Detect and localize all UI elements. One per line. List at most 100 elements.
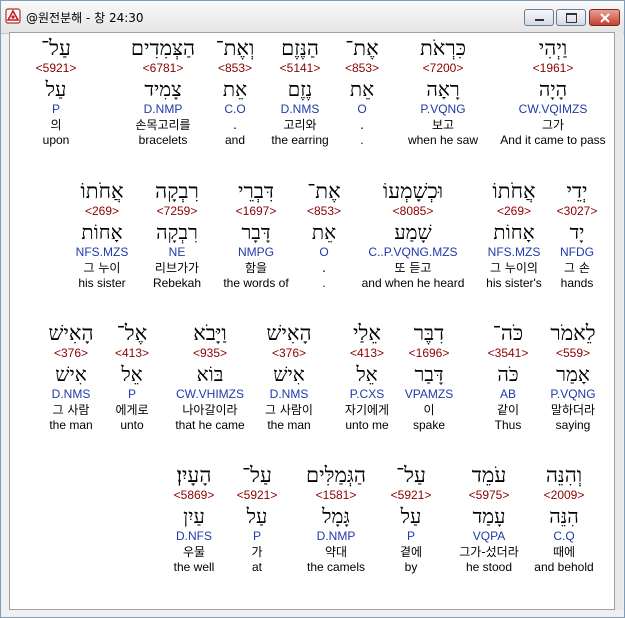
word-column[interactable]: עַל־ <5921> עַל P 가 at (230, 462, 285, 574)
word-strong[interactable]: <5869> (159, 488, 229, 502)
word-morph[interactable]: P (105, 387, 160, 401)
word-column[interactable]: לֵאמֹר <559> אָמַר P.VQNG 말하더라 saying (538, 320, 608, 432)
word-morph[interactable]: D.NMS (260, 102, 340, 116)
word-column[interactable]: דִּבְרֵי <1697> דָּבָר NMPG 함을 the words of (206, 178, 306, 290)
word-column[interactable]: אֶל־ <413> אֵל P 에게로 unto (105, 320, 160, 432)
word-morph[interactable]: P.VQNG (398, 102, 488, 116)
word-lemma: יָד (569, 220, 585, 244)
word-column[interactable]: הָאִישׁ <376> אִישׁ D.NMS 그 사람 the man (31, 320, 111, 432)
word-column[interactable]: הָעָיִן׃ <5869> עַיִן D.NFS 우물 the well (159, 462, 229, 574)
word-morph[interactable]: CW.VHIMZS (158, 387, 263, 401)
word-lemma: אֵת (349, 77, 375, 101)
word-heb: הַצְּמִדִים (130, 36, 196, 60)
word-column[interactable]: הַצְּמִדִים <6781> צָמִיד D.NMP 손목고리를 bracele… (116, 35, 211, 147)
word-strong[interactable]: <8085> (353, 204, 473, 218)
word-column[interactable]: יְדֵי <3027> יָד NFDG 그 손 hands (547, 178, 607, 290)
word-strong[interactable]: <269> (474, 204, 554, 218)
word-strong[interactable]: <559> (538, 346, 608, 360)
word-morph[interactable]: P (230, 529, 285, 543)
word-lemma: כֹּה (497, 362, 519, 386)
maximize-button[interactable] (556, 9, 586, 26)
word-column[interactable]: עַל־ <5921> עַל P 의 upon (21, 35, 91, 147)
word-strong[interactable]: <5921> (230, 488, 285, 502)
word-strong[interactable]: <7259> (140, 204, 215, 218)
word-lemma: עַל (400, 504, 422, 528)
word-morph[interactable]: NFS.MZS (474, 245, 554, 259)
close-button[interactable] (589, 9, 620, 26)
word-kor: 함을 (244, 261, 268, 275)
word-morph[interactable]: P.VQNG (538, 387, 608, 401)
word-column[interactable]: אֲחֹתוֹ <269> אָחוֹת NFS.MZS 그 누이의 his sister… (474, 178, 554, 290)
word-column[interactable]: עֹמֵד <5975> עָמַד VQPA 그가-섰더라 he stood (449, 462, 529, 574)
word-strong[interactable]: <6781> (116, 61, 211, 75)
word-morph[interactable]: NFS.MZS (65, 245, 140, 259)
word-column[interactable]: אֲחֹתוֹ <269> אָחוֹת NFS.MZS 그 누이 his sister (65, 178, 140, 290)
word-column[interactable]: אֵלַי <413> אֵל P.CXS 자기에게 unto me (327, 320, 407, 432)
word-lemma: אָמַר (556, 362, 590, 386)
word-strong[interactable]: <1961> (487, 61, 614, 75)
word-morph[interactable]: D.NFS (159, 529, 229, 543)
word-heb: וְאֶת־ (215, 36, 255, 60)
word-strong[interactable]: <2009> (524, 488, 604, 502)
word-kor: . (233, 118, 237, 132)
word-strong[interactable]: <376> (31, 346, 111, 360)
vertical-scrollbar[interactable] (615, 32, 623, 610)
word-strong[interactable]: <5921> (384, 488, 439, 502)
word-morph[interactable]: O (332, 102, 392, 116)
word-eng: upon (42, 133, 70, 147)
word-column[interactable]: הַנֶּזֶם <5141> נֶזֶם D.NMS 고리와 the earring (260, 35, 340, 147)
word-morph[interactable]: D.NMS (31, 387, 111, 401)
word-morph[interactable]: P (384, 529, 439, 543)
word-strong[interactable]: <1581> (286, 488, 386, 502)
word-column[interactable]: וְהִנֵּה <2009> הִנֵּה C.Q 때에 and behold (524, 462, 604, 574)
word-strong[interactable]: <413> (327, 346, 407, 360)
word-strong[interactable]: <5921> (21, 61, 91, 75)
word-morph[interactable]: P (21, 102, 91, 116)
word-strong[interactable]: <7200> (398, 61, 488, 75)
word-column[interactable]: וּכְשָׁמְעוֹ <8085> שָׁמַע C..P.VQNG.MZS 또 듣… (353, 178, 473, 290)
word-morph[interactable]: D.NMP (286, 529, 386, 543)
word-column[interactable]: וַיָּבֹא <935> בּוֹא CW.VHIMZS 나아갈이라 that he … (158, 320, 263, 432)
word-heb: וַיְהִי (538, 36, 568, 60)
word-strong[interactable]: <269> (65, 204, 140, 218)
word-column[interactable]: עַל־ <5921> עַל P 곁에 by (384, 462, 439, 574)
word-strong[interactable]: <853> (208, 61, 263, 75)
word-strong[interactable]: <413> (105, 346, 160, 360)
word-kor: 그가-섰더라 (459, 545, 519, 559)
word-morph[interactable]: C.Q (524, 529, 604, 543)
word-column[interactable]: וַיְהִי <1961> הָיָה CW.VQIMZS 그가 And it came… (487, 33, 614, 175)
word-morph[interactable]: NE (140, 245, 215, 259)
title-bar[interactable]: @원전분해 - 창 24:30 (1, 1, 624, 34)
word-strong[interactable]: <3027> (547, 204, 607, 218)
word-column[interactable]: כִּרְאֹת <7200> רָאָה P.VQNG 보고 when he saw (398, 35, 488, 147)
word-strong[interactable]: <935> (158, 346, 263, 360)
word-morph[interactable]: P.CXS (327, 387, 407, 401)
word-morph[interactable]: VQPA (449, 529, 529, 543)
word-morph[interactable]: NFDG (547, 245, 607, 259)
word-column[interactable]: כֹּה־ <3541> כֹּה AB 같이 Thus (478, 320, 538, 432)
word-heb: אֲחֹתוֹ (492, 179, 536, 203)
word-lemma: עַל (246, 504, 268, 528)
word-strong[interactable]: <1697> (206, 204, 306, 218)
word-morph[interactable]: NMPG (206, 245, 306, 259)
word-morph[interactable]: C.O (208, 102, 263, 116)
word-morph[interactable]: C..P.VQNG.MZS (353, 245, 473, 259)
word-morph[interactable]: AB (478, 387, 538, 401)
word-strong[interactable]: <3541> (478, 346, 538, 360)
word-strong[interactable]: <5141> (260, 61, 340, 75)
word-eng: and (224, 133, 246, 147)
word-column[interactable]: אֶת־ <853> אֵת O.. (332, 35, 392, 147)
word-heb: הַנֶּזֶם (281, 36, 319, 60)
word-column[interactable]: הַגְּמַלִּים <1581> גָּמָל D.NMP 약대 the camel… (286, 462, 386, 574)
word-strong[interactable]: <5975> (449, 488, 529, 502)
word-strong[interactable]: <853> (332, 61, 392, 75)
word-eng: by (404, 560, 418, 574)
word-eng: he stood (465, 560, 513, 574)
app-logo-icon (5, 8, 21, 24)
word-heb: וּכְשָׁמְעוֹ (382, 179, 444, 203)
word-column[interactable]: וְאֶת־ <853> אֵת C.O. and (208, 35, 263, 147)
word-morph[interactable]: CW.VQIMZS (487, 102, 614, 116)
word-morph[interactable]: D.NMP (116, 102, 211, 116)
minimize-button[interactable] (524, 9, 554, 26)
word-column[interactable]: רִבְקָה <7259> רִבְקָה NE 리브가가 Rebekah (140, 178, 215, 290)
